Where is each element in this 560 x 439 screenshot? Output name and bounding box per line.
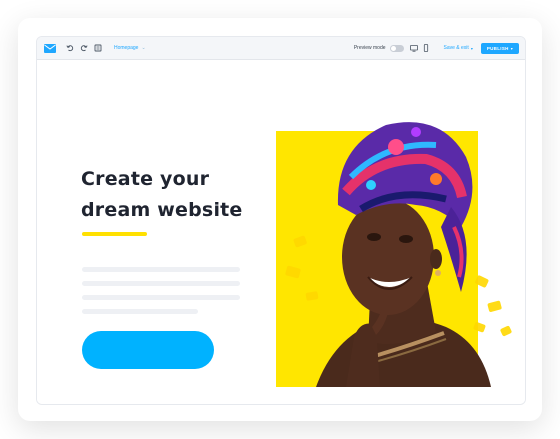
desktop-icon[interactable]: [409, 44, 418, 52]
save-exit-button[interactable]: Save & exit ▾: [444, 45, 473, 51]
pages-icon[interactable]: [94, 44, 102, 52]
preview-mode-label: Preview mode: [353, 45, 386, 51]
preview-mode-toggle[interactable]: [389, 44, 404, 52]
hero-portrait-image[interactable]: [276, 87, 516, 387]
publish-label: PUBLISH: [486, 45, 509, 51]
page-selector[interactable]: Homepage ⌄: [114, 45, 146, 51]
page-canvas: Create your dream website: [37, 60, 525, 404]
headline-accent-line: [82, 232, 147, 236]
chevron-down-icon: ⌄: [141, 45, 146, 51]
text-placeholder-line[interactable]: [82, 309, 198, 314]
headline-line-2: dream website: [81, 199, 243, 221]
mail-logo-icon[interactable]: [44, 43, 56, 53]
chevron-down-icon: ▾: [510, 45, 513, 51]
chevron-down-icon: ▾: [470, 45, 473, 51]
save-exit-label: Save & exit: [443, 45, 469, 51]
headline-line-1: Create your: [81, 168, 210, 190]
publish-button[interactable]: PUBLISH ▾: [480, 42, 519, 54]
page-selector-label: Homepage: [114, 45, 139, 51]
text-placeholder-line[interactable]: [82, 295, 240, 300]
hero-headline[interactable]: Create your dream website: [81, 164, 281, 226]
editor-toolbar: Homepage ⌄ Preview mode Save & exit ▾ PU…: [37, 37, 525, 60]
editor-window: Homepage ⌄ Preview mode Save & exit ▾ PU…: [36, 36, 526, 405]
cta-button[interactable]: [82, 331, 214, 369]
mobile-icon[interactable]: [422, 44, 430, 52]
toggle-knob: [390, 45, 396, 51]
undo-icon[interactable]: [66, 44, 74, 52]
redo-icon[interactable]: [80, 44, 88, 52]
text-placeholder-line[interactable]: [82, 281, 240, 286]
text-placeholder-line[interactable]: [82, 267, 240, 272]
